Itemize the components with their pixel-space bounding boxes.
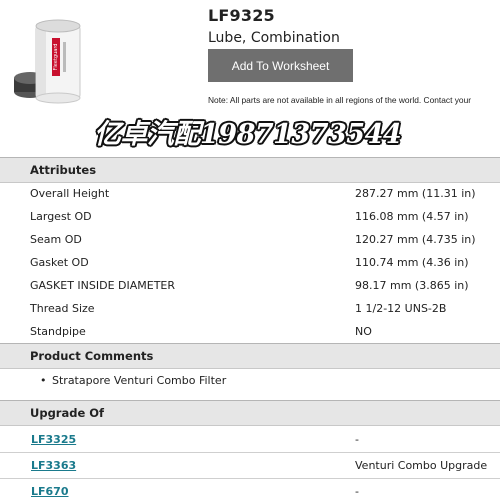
section-title: Product Comments — [30, 349, 154, 363]
attribute-value: 110.74 mm (4.36 in) — [355, 256, 469, 269]
attribute-name: Overall Height — [30, 187, 110, 200]
upgrade-row: LF670 - — [0, 479, 500, 500]
attribute-row: Standpipe NO — [0, 320, 500, 343]
upgrade-part-link[interactable]: LF3363 — [31, 459, 76, 472]
attributes-section-header: Attributes — [0, 157, 500, 183]
upgrade-of-section-header: Upgrade Of — [0, 400, 500, 426]
attribute-value: 287.27 mm (11.31 in) — [355, 187, 476, 200]
section-title: Upgrade Of — [30, 406, 105, 420]
attribute-row: Overall Height 287.27 mm (11.31 in) — [0, 182, 500, 205]
oil-filter-image: Fleetguard — [6, 12, 86, 112]
brand-label: Fleetguard — [53, 44, 59, 71]
upgrade-part-link[interactable]: LF670 — [31, 485, 69, 498]
attribute-value: 116.08 mm (4.57 in) — [355, 210, 469, 223]
section-title: Attributes — [30, 163, 97, 177]
add-to-worksheet-button[interactable]: Add To Worksheet — [208, 49, 353, 82]
comment-list-item: Stratapore Venturi Combo Filter — [40, 374, 226, 387]
part-number-title: LF9325 — [208, 6, 275, 25]
attribute-name: Largest OD — [30, 210, 92, 223]
attribute-name: Standpipe — [30, 325, 86, 338]
upgrade-row: LF3325 - — [0, 427, 500, 452]
attribute-row: Largest OD 116.08 mm (4.57 in) — [0, 205, 500, 228]
product-comments-section-header: Product Comments — [0, 343, 500, 369]
attribute-row: Gasket OD 110.74 mm (4.36 in) — [0, 251, 500, 274]
attribute-value: NO — [355, 325, 372, 338]
attribute-value: 120.27 mm (4.735 in) — [355, 233, 476, 246]
availability-note: Note: All parts are not available in all… — [208, 95, 472, 105]
upgrade-row: LF3363 Venturi Combo Upgrade — [0, 453, 500, 478]
attribute-value: 1 1/2-12 UNS-2B — [355, 302, 447, 315]
upgrade-value: - — [355, 485, 359, 498]
attribute-row: Seam OD 120.27 mm (4.735 in) — [0, 228, 500, 251]
upgrade-value: - — [355, 433, 359, 446]
attribute-name: Gasket OD — [30, 256, 89, 269]
attribute-name: Seam OD — [30, 233, 82, 246]
upgrade-part-link[interactable]: LF3325 — [31, 433, 76, 446]
attribute-name: Thread Size — [30, 302, 95, 315]
attribute-row: GASKET INSIDE DIAMETER 98.17 mm (3.865 i… — [0, 274, 500, 297]
upgrade-value: Venturi Combo Upgrade — [355, 459, 488, 472]
part-description: Lube, Combination — [208, 30, 340, 46]
attribute-value: 98.17 mm (3.865 in) — [355, 279, 469, 292]
attribute-name: GASKET INSIDE DIAMETER — [30, 279, 176, 292]
attribute-row: Thread Size 1 1/2-12 UNS-2B — [0, 297, 500, 320]
watermark-text: 亿卓汽配19871373544 — [94, 119, 402, 150]
